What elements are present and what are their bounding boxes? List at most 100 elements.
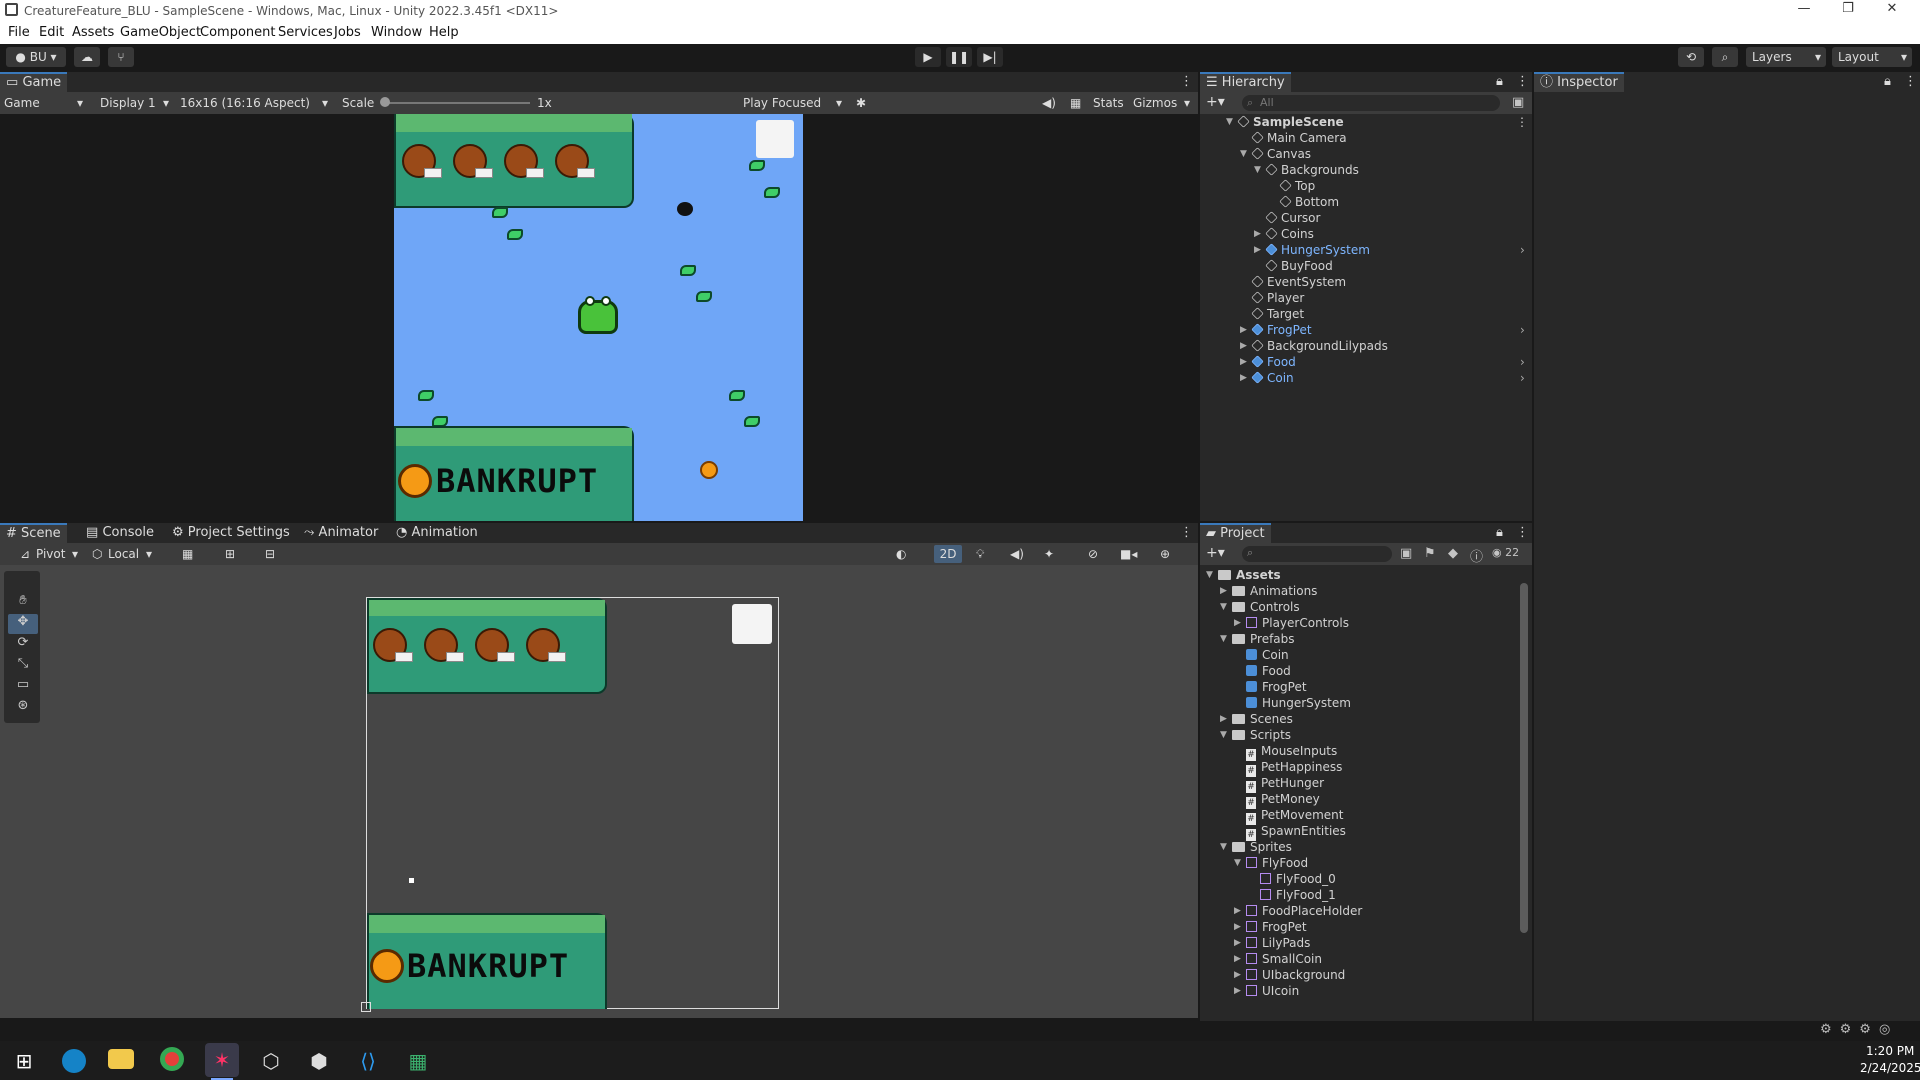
buy-food-button[interactable] [756, 120, 794, 158]
project-item[interactable]: ▶ Scenes [1200, 711, 1293, 727]
project-item[interactable]: ▶ UIbackground [1200, 967, 1345, 983]
rect-tool-icon[interactable]: ▭ [8, 677, 38, 697]
tab-animator[interactable]: ⤳ Animator [298, 523, 384, 543]
layers-dropdown[interactable]: Layers ▾ [1746, 47, 1826, 67]
expand-right-icon[interactable]: ▶ [1234, 903, 1241, 919]
spreadsheet-app-icon[interactable]: ▦ [402, 1045, 434, 1077]
scale-slider[interactable] [384, 102, 530, 104]
hierarchy-item[interactable]: Target [1200, 306, 1304, 322]
project-item[interactable]: ▶ Animations [1200, 583, 1317, 599]
project-scrollbar[interactable] [1520, 583, 1528, 933]
gizmos-button[interactable]: Gizmos [1133, 96, 1177, 110]
display-dropdown[interactable]: Display 1 [100, 96, 156, 110]
game-canvas[interactable]: BANKRUPT [394, 114, 803, 521]
menu-assets[interactable]: Assets [72, 25, 114, 40]
hidden-objects-icon[interactable]: ⊘ [1088, 547, 1098, 561]
hierarchy-item[interactable]: Bottom [1200, 194, 1339, 210]
coin-icon[interactable] [700, 461, 718, 479]
hierarchy-item[interactable]: ▶ BackgroundLilypads [1200, 338, 1388, 354]
fly-food-icon[interactable] [677, 202, 693, 216]
lock-icon[interactable]: 🔒︎ [1884, 74, 1891, 89]
menu-edit[interactable]: Edit [39, 25, 64, 40]
hierarchy-item[interactable]: Top [1200, 178, 1315, 194]
lock-icon[interactable]: 🔒︎ [1496, 525, 1503, 540]
scene-anchor-handle[interactable] [361, 1002, 371, 1012]
expand-right-icon[interactable]: ▶ [1234, 935, 1241, 951]
project-item[interactable]: ▶ UIcoin [1200, 983, 1299, 997]
search-by-label-icon[interactable]: ⚑ [1424, 546, 1436, 561]
move-tool-icon[interactable]: ✥ [8, 614, 38, 634]
expand-down-icon[interactable]: ▼ [1206, 567, 1213, 583]
expand-right-icon[interactable]: ▶ [1240, 370, 1247, 386]
aspect-dropdown[interactable]: 16x16 (16:16 Aspect) [180, 96, 310, 110]
project-item[interactable]: # PetMoney [1200, 791, 1320, 809]
scene-canvas-frame[interactable]: BANKRUPT [361, 597, 779, 1012]
expand-right-icon[interactable]: ▶ [1234, 919, 1241, 935]
menu-component[interactable]: Component [200, 25, 275, 40]
close-button[interactable]: ✕ [1870, 1, 1914, 16]
project-item[interactable]: ▼ Assets [1200, 567, 1281, 583]
bug-icon[interactable]: ✱ [856, 96, 866, 110]
project-item[interactable]: FrogPet [1200, 679, 1307, 695]
scale-tool-icon[interactable]: ⤡ [8, 656, 38, 676]
project-item[interactable]: ▼ Scripts [1200, 727, 1291, 743]
camera-icon[interactable]: ■◂ [1120, 547, 1137, 561]
project-item[interactable]: ▶ FrogPet [1200, 919, 1307, 935]
gizmos-icon[interactable]: ⊕ [1160, 547, 1170, 561]
expand-down-icon[interactable]: ▼ [1240, 146, 1247, 162]
unity-editor-icon[interactable]: ⬢ [303, 1045, 335, 1077]
tab-hierarchy[interactable]: ☰ Hierarchy [1200, 72, 1291, 92]
expand-right-icon[interactable]: ▶ [1240, 338, 1247, 354]
vscode-icon[interactable]: ⟨⟩ [352, 1045, 384, 1077]
add-icon[interactable]: +▾ [1206, 94, 1225, 110]
hidden-count-icon[interactable]: ◉ 22 [1492, 546, 1519, 559]
open-prefab-icon[interactable]: › [1520, 322, 1525, 338]
project-item[interactable]: # SpawnEntities [1200, 823, 1346, 841]
game-mode-dropdown[interactable]: Game [4, 96, 40, 110]
open-prefab-icon[interactable]: › [1520, 354, 1525, 370]
pause-button[interactable]: ❚❚ [946, 47, 972, 67]
tab-animation[interactable]: ◔ Animation [390, 523, 484, 543]
favorite-icon[interactable]: ◆ [1448, 546, 1458, 561]
expand-down-icon[interactable]: ▼ [1234, 855, 1241, 871]
expand-down-icon[interactable]: ▼ [1254, 162, 1261, 178]
unity-hub-icon[interactable]: ⬡ [255, 1045, 287, 1077]
hierarchy-item[interactable]: BuyFood [1200, 258, 1333, 274]
tab-console[interactable]: ▤ Console [80, 523, 160, 543]
expand-right-icon[interactable]: ▶ [1220, 711, 1227, 727]
edge-icon[interactable] [62, 1049, 86, 1073]
tab-project[interactable]: ▰ Project [1200, 523, 1271, 543]
expand-down-icon[interactable]: ▼ [1220, 599, 1227, 615]
project-item[interactable]: # PetHunger [1200, 775, 1324, 793]
file-explorer-icon[interactable] [108, 1049, 134, 1069]
project-item[interactable]: Coin [1200, 647, 1289, 663]
expand-right-icon[interactable]: ▶ [1234, 615, 1241, 631]
cloud-button[interactable]: ☁ [74, 47, 100, 67]
info-icon[interactable]: ⓘ [1470, 546, 1483, 565]
hierarchy-item[interactable]: EventSystem [1200, 274, 1346, 290]
audio-icon[interactable]: ◀) [1010, 547, 1024, 561]
project-item[interactable]: ▼ Controls [1200, 599, 1300, 615]
panel-menu-icon[interactable]: ⋮ [1180, 74, 1193, 89]
shading-icon[interactable]: ◐ [896, 547, 906, 561]
local-dropdown[interactable]: Local [108, 547, 139, 561]
menu-gameobject[interactable]: GameObject [120, 25, 201, 40]
lock-icon[interactable]: 🔒︎ [1496, 74, 1503, 89]
rotate-tool-icon[interactable]: ⟳ [8, 635, 38, 655]
hierarchy-item[interactable]: ▶ Food › [1200, 354, 1525, 370]
lighting-icon[interactable]: 💡︎ [976, 547, 984, 562]
play-focused-dropdown[interactable]: Play Focused [743, 96, 821, 110]
search-button[interactable]: ⌕ [1712, 47, 1738, 67]
hierarchy-item[interactable]: Player [1200, 290, 1304, 306]
hierarchy-item[interactable]: ▶ HungerSystem › [1200, 242, 1525, 258]
scene-menu-icon[interactable]: ⋮ [1516, 114, 1528, 130]
expand-down-icon[interactable]: ▼ [1226, 114, 1233, 130]
project-search-input[interactable]: ⌕ [1242, 546, 1392, 562]
project-item[interactable]: ▶ LilyPads [1200, 935, 1310, 951]
project-item[interactable]: Food [1200, 663, 1291, 679]
tab-scene[interactable]: # Scene [0, 523, 67, 543]
expand-right-icon[interactable]: ▶ [1240, 354, 1247, 370]
project-item[interactable]: # PetMovement [1200, 807, 1343, 825]
expand-down-icon[interactable]: ▼ [1220, 631, 1227, 647]
frog-pet-icon[interactable] [578, 296, 618, 334]
